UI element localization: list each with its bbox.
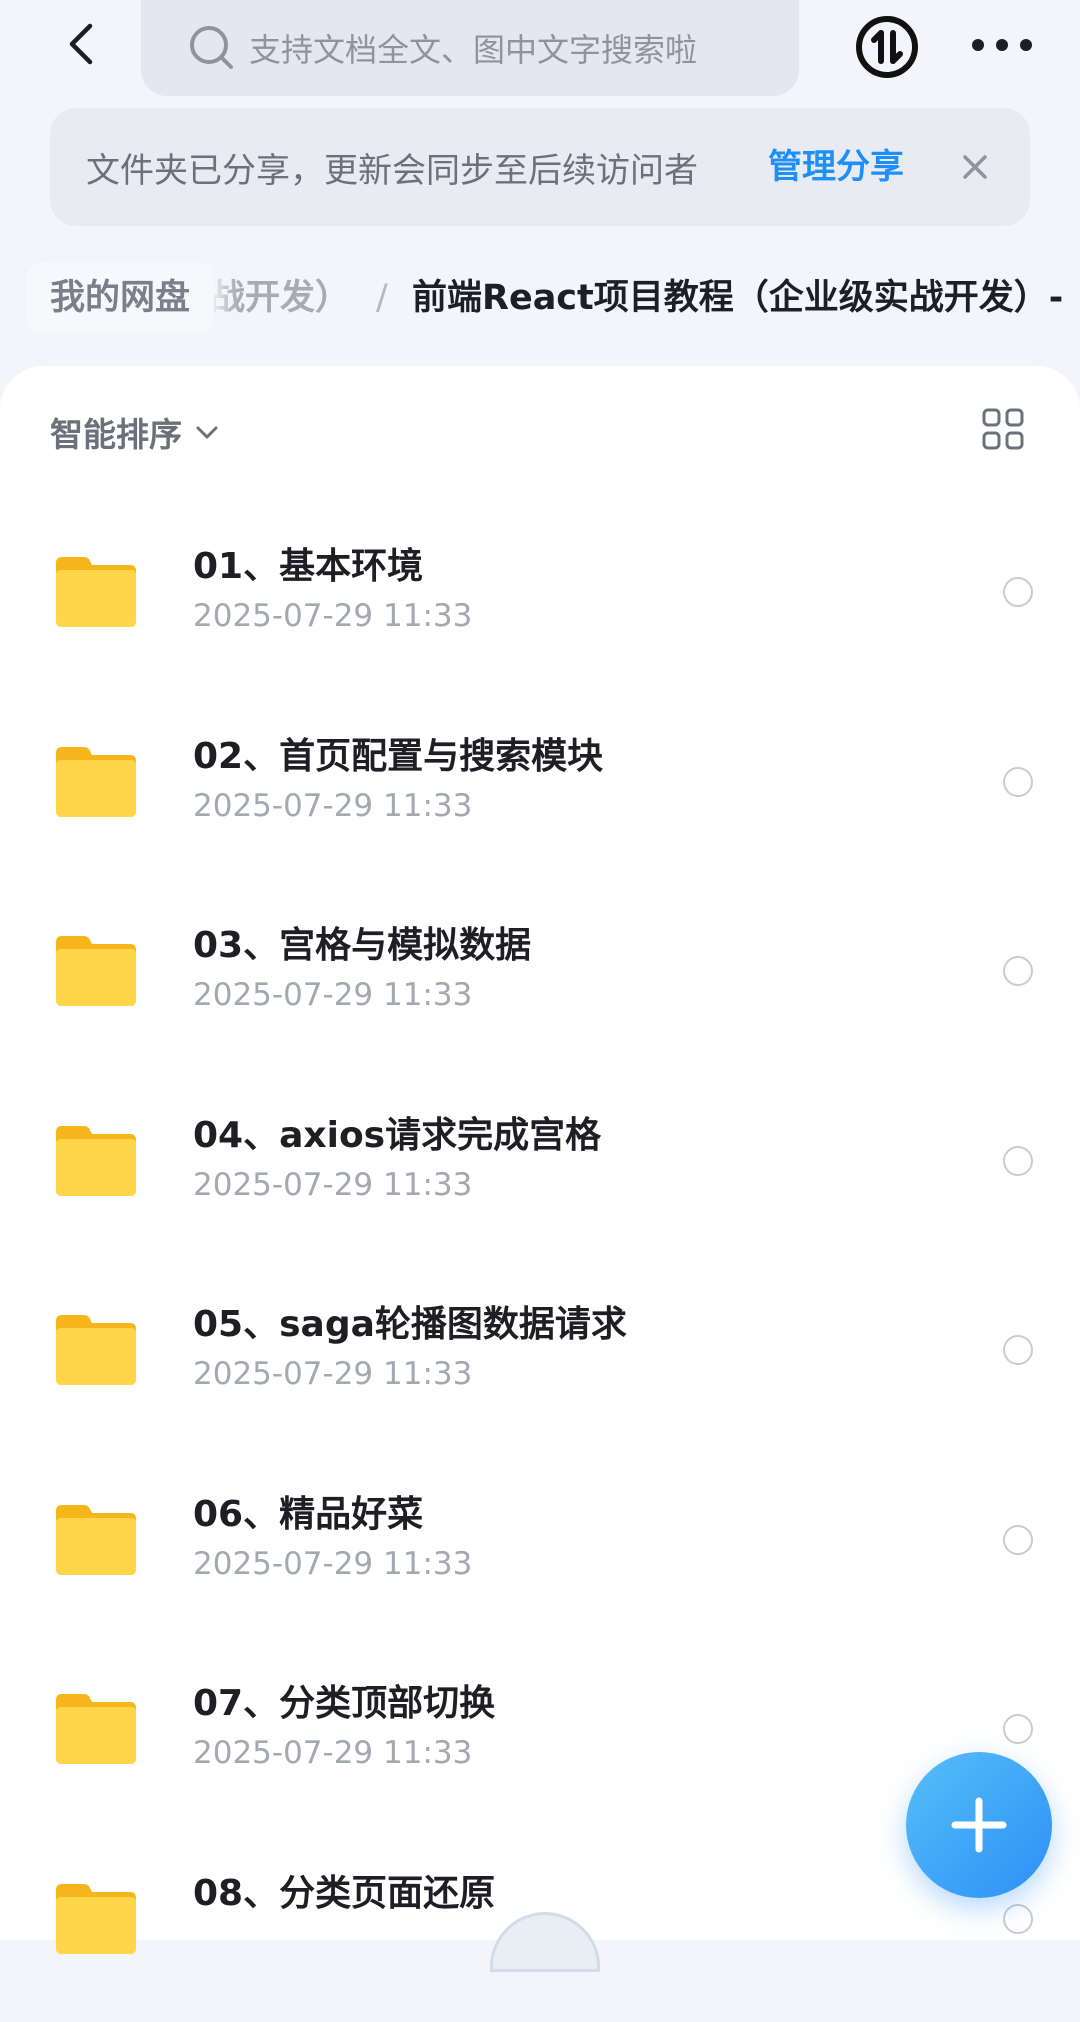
chevron-down-icon <box>192 417 222 447</box>
top-bar: 支持文档全文、图中文字搜索啦 <box>0 0 1080 100</box>
more-dots-icon[interactable] <box>972 25 1032 65</box>
file-sheet: 智能排序 01、基本环境 2025-07-29 11:33 02、首页配置与搜索… <box>0 366 1080 1940</box>
file-date: 2025-07-29 11:33 <box>193 1356 472 1392</box>
transfer-icon <box>855 15 919 79</box>
close-banner-button[interactable] <box>950 142 1000 192</box>
search-bar[interactable]: 支持文档全文、图中文字搜索啦 <box>141 0 799 96</box>
select-radio[interactable] <box>1003 577 1033 607</box>
file-name: 03、宫格与模拟数据 <box>193 916 531 968</box>
sort-label: 智能排序 <box>50 408 182 456</box>
search-icon <box>187 23 237 73</box>
breadcrumb-separator: / <box>376 262 388 334</box>
add-button[interactable] <box>906 1752 1052 1898</box>
transfer-button[interactable] <box>855 15 919 79</box>
breadcrumb-root[interactable]: 我的网盘 <box>26 262 214 334</box>
plus-icon <box>949 1795 1009 1855</box>
close-icon <box>962 154 988 180</box>
search-placeholder: 支持文档全文、图中文字搜索啦 <box>249 25 697 71</box>
file-date: 2025-07-29 11:33 <box>193 598 472 634</box>
folder-icon <box>54 553 138 629</box>
file-name: 07、分类顶部切换 <box>193 1674 495 1726</box>
manage-share-link[interactable]: 管理分享 <box>768 108 904 226</box>
grid-view-icon <box>982 408 1024 450</box>
select-radio[interactable] <box>1003 1335 1033 1365</box>
folder-icon <box>54 743 138 819</box>
file-date: 2025-07-29 11:33 <box>193 1735 472 1771</box>
select-radio[interactable] <box>1003 956 1033 986</box>
folder-icon <box>54 1501 138 1577</box>
file-date: 2025-07-29 11:33 <box>193 1546 472 1582</box>
folder-icon <box>54 1690 138 1766</box>
file-name: 01、基本环境 <box>193 537 423 589</box>
file-name: 06、精品好菜 <box>193 1485 423 1537</box>
select-radio[interactable] <box>1003 1146 1033 1176</box>
file-date: 2025-07-29 11:33 <box>193 1167 472 1203</box>
select-radio[interactable] <box>1003 1904 1033 1934</box>
breadcrumb-partial[interactable]: 战开发） <box>210 262 350 334</box>
file-name: 05、saga轮播图数据请求 <box>193 1295 627 1347</box>
file-name: 02、首页配置与搜索模块 <box>193 727 603 779</box>
file-date: 2025-07-29 11:33 <box>193 977 472 1013</box>
file-name: 04、axios请求完成宫格 <box>193 1106 601 1158</box>
list-item[interactable]: 06、精品好菜 2025-07-29 11:33 <box>0 1454 1080 1644</box>
list-item[interactable]: 03、宫格与模拟数据 2025-07-29 11:33 <box>0 885 1080 1075</box>
grid-view-button[interactable] <box>982 408 1024 450</box>
list-item[interactable]: 01、基本环境 2025-07-29 11:33 <box>0 506 1080 696</box>
breadcrumb-current: 前端React项目教程（企业级实战开发）- <box>412 262 1063 334</box>
select-radio[interactable] <box>1003 1714 1033 1744</box>
back-button[interactable] <box>52 14 108 74</box>
share-message: 文件夹已分享，更新会同步至后续访问者 <box>86 143 698 192</box>
file-date: 2025-07-29 11:33 <box>193 788 472 824</box>
select-radio[interactable] <box>1003 767 1033 797</box>
sort-dropdown[interactable]: 智能排序 <box>50 402 222 462</box>
list-item[interactable]: 04、axios请求完成宫格 2025-07-29 11:33 <box>0 1075 1080 1265</box>
list-item[interactable]: 05、saga轮播图数据请求 2025-07-29 11:33 <box>0 1264 1080 1454</box>
folder-icon <box>54 1122 138 1198</box>
back-arrow-icon <box>66 22 94 66</box>
list-item[interactable]: 02、首页配置与搜索模块 2025-07-29 11:33 <box>0 696 1080 886</box>
breadcrumb: 战开发） 我的网盘 / 前端React项目教程（企业级实战开发）- <box>0 258 1080 338</box>
folder-icon <box>54 1880 138 1956</box>
file-name: 08、分类页面还原 <box>193 1864 495 1916</box>
select-radio[interactable] <box>1003 1525 1033 1555</box>
folder-icon <box>54 932 138 1008</box>
folder-icon <box>54 1311 138 1387</box>
share-banner: 文件夹已分享，更新会同步至后续访问者 管理分享 <box>50 108 1030 226</box>
